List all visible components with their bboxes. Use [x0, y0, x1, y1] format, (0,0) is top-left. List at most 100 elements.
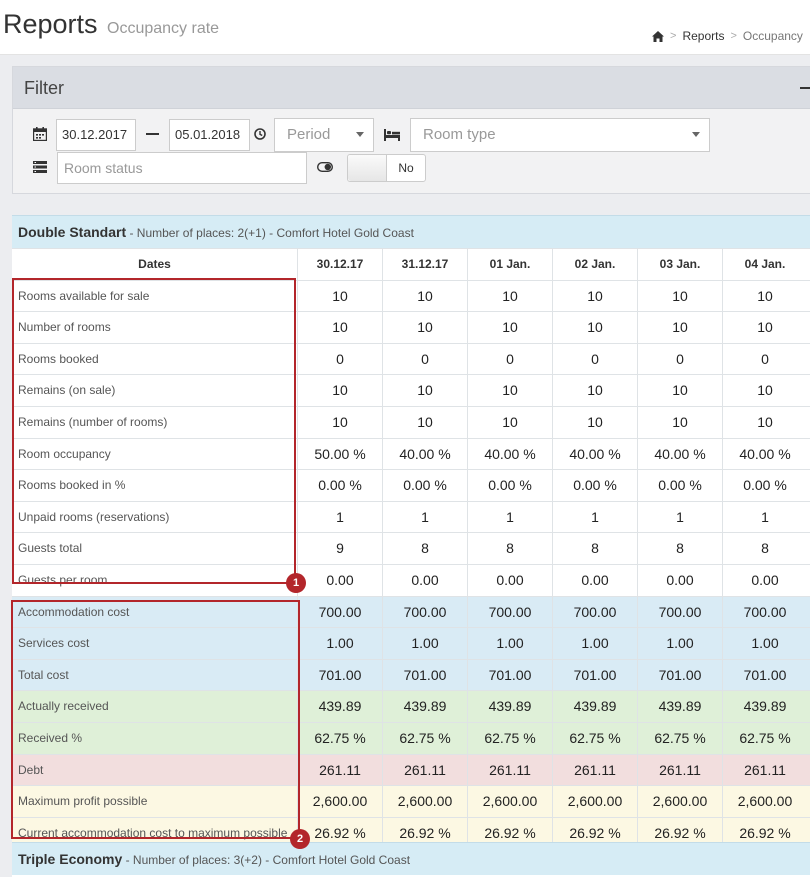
clock-icon [254, 128, 266, 140]
date-from-input[interactable]: 30.12.2017 [56, 119, 136, 151]
table-cell: 40.00 % [637, 438, 722, 470]
table-cell: 439.89 [722, 691, 807, 723]
row-label: Debt [18, 762, 44, 777]
toggle-knob[interactable] [348, 155, 387, 181]
table-cell: 700.00 [637, 596, 722, 628]
table-cell: 40.00 % [467, 438, 552, 470]
table-cell: 10 [637, 280, 722, 312]
row-label: Room occupancy [18, 446, 111, 461]
row-label: Total cost [18, 667, 69, 682]
home-icon[interactable] [652, 30, 664, 42]
table-cell: 1.00 [467, 628, 552, 660]
row-label: Rooms available for sale [18, 288, 150, 303]
table-cell: 62.75 % [637, 723, 722, 754]
table-cell: 9 [297, 533, 382, 565]
annotation-badge-2: 2 [290, 829, 310, 849]
table-cell: 0.00 [382, 565, 467, 596]
row-label: Accommodation cost [18, 604, 130, 619]
table-cell: 10 [297, 375, 382, 407]
row-label: Services cost [18, 636, 90, 651]
dates-header-row: Dates 30.12.17 31.12.17 01 Jan. 02 Jan. 03 Ja… [12, 248, 810, 280]
breadcrumb-reports-link[interactable]: Reports [682, 29, 724, 43]
table-cell: 10 [552, 407, 637, 438]
table-cell: 10 [467, 280, 552, 312]
table-cell: 0.00 % [297, 470, 382, 502]
table-row: Total cost 701.00 701.00 701.00 701.00 701.00… [12, 658, 810, 691]
table-row: Rooms available for sale 10 10 10 10 10 10 [12, 279, 810, 312]
breadcrumb-separator: > [730, 30, 737, 42]
table-cell: 10 [382, 312, 467, 344]
table-cell: 439.89 [467, 691, 552, 723]
table-cell: 2,600.00 [552, 786, 637, 818]
status-toggle[interactable]: No [347, 154, 426, 182]
date-column-header: 02 Jan. [552, 249, 637, 280]
page-subtitle: Occupancy rate [107, 20, 220, 37]
table-cell: 0.00 [467, 565, 552, 596]
table-cell: 10 [297, 407, 382, 438]
table-cell: 62.75 % [382, 723, 467, 754]
dates-column-header: Dates [138, 257, 171, 271]
table-cell: 10 [552, 375, 637, 407]
server-icon [33, 161, 47, 173]
table-row: Number of rooms 10 10 10 10 10 10 [12, 311, 810, 344]
table-cell: 2,600.00 [637, 786, 722, 818]
date-range-dash [146, 133, 159, 135]
table-cell: 700.00 [297, 596, 382, 628]
table-cell: 0.00 % [637, 470, 722, 502]
table-cell: 1.00 [382, 628, 467, 660]
table-cell: 10 [382, 280, 467, 312]
breadcrumb: > Reports > Occupancy [652, 29, 803, 43]
table-cell: 0.00 [552, 565, 637, 596]
row-label: Guests total [18, 541, 83, 556]
table-cell: 700.00 [382, 596, 467, 628]
table-cell: 0 [297, 343, 382, 375]
table-cell: 261.11 [637, 754, 722, 786]
table-cell: 0 [382, 343, 467, 375]
table-cell: 40.00 % [552, 438, 637, 470]
table-cell: 261.11 [297, 754, 382, 786]
date-to-input[interactable]: 05.01.2018 [169, 119, 250, 151]
table-cell: 0 [637, 343, 722, 375]
table-cell: 1 [722, 501, 807, 533]
table-cell: 439.89 [637, 691, 722, 723]
table-cell: 2,600.00 [722, 786, 807, 818]
annotation-badge-1: 1 [286, 573, 306, 593]
table-cell: 439.89 [382, 691, 467, 723]
date-column-header: 03 Jan. [637, 249, 722, 280]
table-cell: 10 [722, 375, 807, 407]
table-cell: 439.89 [552, 691, 637, 723]
table-row: Services cost 1.00 1.00 1.00 1.00 1.00 1.00 [12, 627, 810, 660]
room-type-select[interactable]: Room type [410, 118, 710, 152]
table-cell: 10 [467, 407, 552, 438]
table-row: Unpaid rooms (reservations) 1 1 1 1 1 1 [12, 500, 810, 533]
room-status-input[interactable]: Room status [57, 152, 307, 184]
table-cell: 2,600.00 [297, 786, 382, 818]
breadcrumb-current: Occupancy [742, 29, 803, 43]
table-cell: 1 [297, 501, 382, 533]
filter-title: Filter [24, 78, 64, 98]
table-cell: 10 [552, 312, 637, 344]
table-cell: 0.00 % [382, 470, 467, 502]
table-cell: 1 [467, 501, 552, 533]
table-cell: 0 [552, 343, 637, 375]
table-cell: 10 [467, 312, 552, 344]
table-cell: 8 [382, 533, 467, 565]
row-label: Unpaid rooms (reservations) [18, 509, 170, 524]
table-cell: 2,600.00 [382, 786, 467, 818]
table-cell: 10 [722, 407, 807, 438]
toggle-state-label: No [398, 161, 414, 175]
table-cell: 701.00 [297, 659, 382, 691]
table-cell: 62.75 % [722, 723, 807, 754]
table-cell: 2,600.00 [467, 786, 552, 818]
table-cell: 0.00 % [467, 470, 552, 502]
collapse-icon[interactable] [800, 87, 810, 89]
table-cell: 700.00 [552, 596, 637, 628]
chevron-down-icon [692, 132, 700, 137]
table-cell: 700.00 [722, 596, 807, 628]
occupancy-report-table: Double Standart - Number of places: 2(+1… [12, 215, 810, 877]
table-cell: 0.00 % [722, 470, 807, 502]
table-cell: 10 [297, 280, 382, 312]
table-cell: 10 [382, 375, 467, 407]
table-row: Debt 261.11 261.11 261.11 261.11 261.11 261.11 [12, 753, 810, 786]
table-cell: 10 [637, 407, 722, 438]
